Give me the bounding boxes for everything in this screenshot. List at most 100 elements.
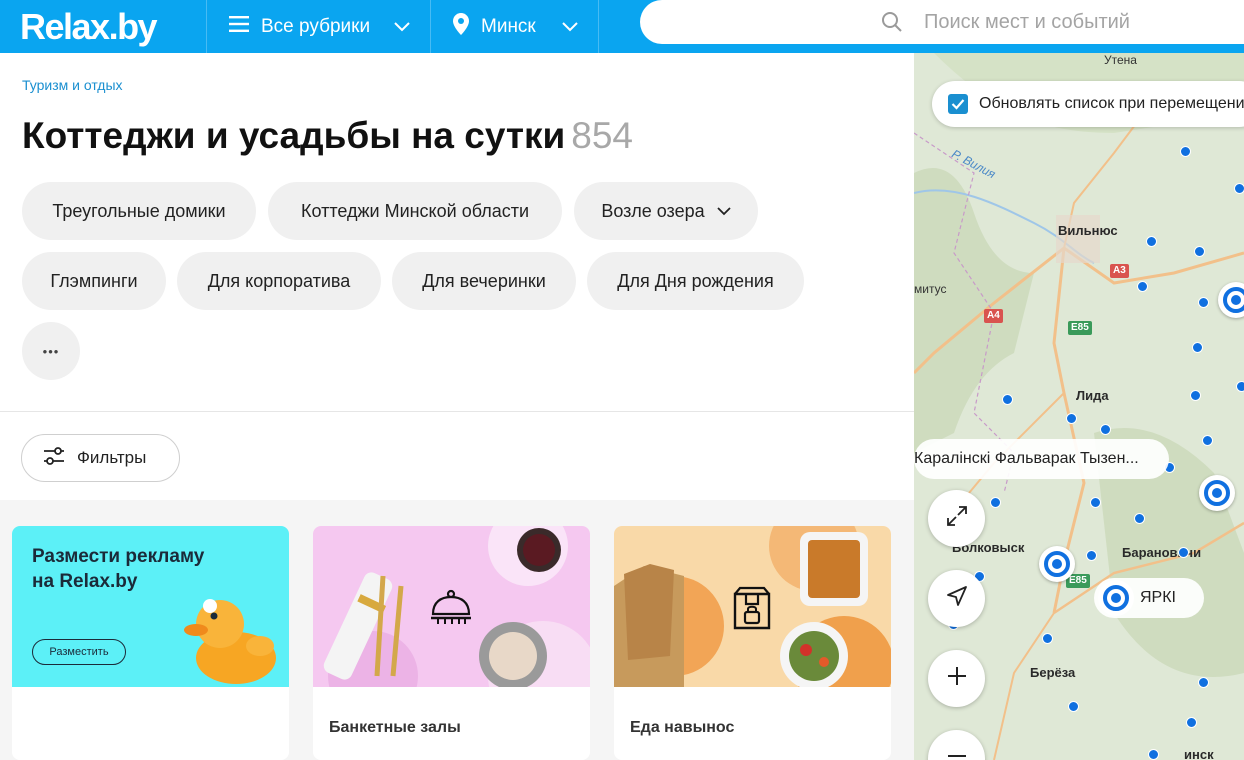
search-icon (880, 10, 904, 39)
chevron-down-icon (717, 206, 731, 216)
pin-center (1231, 295, 1241, 305)
map-pin[interactable] (1068, 701, 1079, 712)
chip-birthday[interactable]: Для Дня рождения (587, 252, 804, 310)
map-pin[interactable] (1236, 381, 1244, 392)
filters-button[interactable]: Фильтры (21, 434, 180, 482)
pin-ring (1103, 585, 1129, 611)
chip-label: Возле озера (601, 200, 705, 221)
divider (0, 411, 914, 412)
rubrics-label: Все рубрики (261, 15, 371, 37)
map-pin[interactable] (1100, 424, 1111, 435)
map-pin[interactable] (1090, 497, 1101, 508)
map-pin-large[interactable] (1039, 546, 1075, 582)
ad-card[interactable]: Размести рекламу на Relax.by Разместить (12, 526, 289, 760)
location-pin-icon (453, 12, 469, 41)
takeaway-image (614, 526, 891, 687)
chip-label: Для Дня рождения (617, 270, 774, 291)
category-card-takeaway[interactable]: Еда навынос (614, 526, 891, 760)
map-pin[interactable] (1178, 547, 1189, 558)
chip-minsk-region-cottages[interactable]: Коттеджи Минской области (268, 182, 562, 240)
map-label-utena: Утена (1104, 53, 1137, 67)
place-label-text: Каралінскі Фальварак Тызен... (914, 450, 1139, 467)
banquet-image (313, 526, 590, 687)
map-pin[interactable] (1042, 633, 1053, 644)
ad-banner: Размести рекламу на Relax.by Разместить (12, 526, 289, 687)
fullscreen-button[interactable] (928, 490, 985, 547)
pin-center (1052, 559, 1062, 569)
more-chips-button[interactable]: ••• (22, 322, 80, 380)
map-view[interactable]: Утена Р. Вилия Вильнюс митус Лида Волков… (914, 53, 1244, 760)
city-dropdown[interactable]: Минск (431, 0, 599, 53)
rubber-duck-image (184, 599, 276, 684)
search-box[interactable] (640, 0, 1244, 44)
plus-icon (946, 665, 968, 692)
map-label-bereza: Берёза (1030, 665, 1076, 680)
map-place-label-yarki[interactable]: ЯРКІ (1094, 578, 1204, 618)
map-update-checkbox[interactable]: Обновлять список при перемещении карты (932, 81, 1244, 127)
map-label-fragment-west: митус (914, 282, 947, 296)
chevron-down-icon (562, 16, 578, 38)
page-title-text: Коттеджи и усадьбы на сутки (22, 115, 566, 156)
map-pin[interactable] (1198, 677, 1209, 688)
expand-icon (945, 504, 969, 533)
map-pin[interactable] (1148, 749, 1159, 760)
map-pin[interactable] (1086, 550, 1097, 561)
map-label-vilnius: Вильнюс (1058, 223, 1118, 238)
top-bar: Relax.by Все рубрики Минск (0, 0, 1244, 53)
map-pin[interactable] (990, 497, 1001, 508)
map-update-label: Обновлять список при перемещении карты (979, 95, 1244, 112)
pin-ring (1223, 287, 1244, 313)
rubrics-dropdown[interactable]: Все рубрики (207, 0, 431, 53)
filters-label: Фильтры (77, 448, 147, 467)
map-pin[interactable] (1202, 435, 1213, 446)
place-label-text: ЯРКІ (1140, 589, 1176, 606)
takeaway-box-icon (732, 586, 772, 635)
checkbox-checked-icon (948, 94, 968, 114)
map-pin[interactable] (1180, 146, 1191, 157)
more-label: ••• (42, 343, 60, 359)
site-logo[interactable]: Relax.by (0, 0, 207, 53)
map-pin[interactable] (1134, 513, 1145, 524)
banquet-cloche-icon (429, 588, 473, 633)
map-place-label[interactable]: Каралінскі Фальварак Тызен... (914, 439, 1169, 479)
map-pin[interactable] (1190, 390, 1201, 401)
chip-party[interactable]: Для вечеринки (392, 252, 576, 310)
card-caption: Банкетные залы (329, 719, 461, 736)
ad-place-button[interactable]: Разместить (32, 639, 126, 665)
chip-label: Для корпоратива (207, 270, 351, 291)
city-label: Минск (481, 15, 536, 37)
chip-near-lake[interactable]: Возле озера (574, 182, 758, 240)
map-pin[interactable] (1146, 236, 1157, 247)
pin-center (1111, 593, 1121, 603)
road-badge-a4: A4 (984, 309, 1003, 323)
chip-triangle-houses[interactable]: Треугольные домики (22, 182, 256, 240)
map-pin[interactable] (1198, 297, 1209, 308)
pin-ring (1044, 551, 1070, 577)
card-caption: Еда навынос (630, 719, 735, 736)
page-title: Коттеджи и усадьбы на сутки 854 (22, 115, 633, 157)
map-pin[interactable] (1192, 342, 1203, 353)
category-card-banquet-halls[interactable]: Банкетные залы (313, 526, 590, 760)
map-pin[interactable] (1186, 717, 1197, 728)
chip-label: Коттеджи Минской области (300, 200, 530, 221)
minus-icon (946, 745, 968, 760)
chip-glamping[interactable]: Глэмпинги (22, 252, 166, 310)
menu-icon (229, 15, 249, 38)
locate-me-button[interactable] (928, 570, 985, 627)
pin-ring (1204, 480, 1230, 506)
chip-corporate[interactable]: Для корпоратива (177, 252, 381, 310)
map-pin[interactable] (1194, 246, 1205, 257)
map-pin[interactable] (1066, 413, 1077, 424)
road-badge-e85: E85 (1068, 321, 1092, 335)
map-pin[interactable] (1137, 281, 1148, 292)
result-count: 854 (571, 115, 634, 156)
chip-label: Для вечеринки (422, 270, 546, 291)
zoom-in-button[interactable] (928, 650, 985, 707)
search-input[interactable] (924, 10, 1244, 34)
map-pin-large (1098, 580, 1134, 616)
map-pin[interactable] (1002, 394, 1013, 405)
map-pin-large[interactable] (1199, 475, 1235, 511)
map-pin[interactable] (1234, 183, 1244, 194)
pin-center (1212, 488, 1222, 498)
breadcrumb[interactable]: Туризм и отдых (22, 77, 123, 93)
